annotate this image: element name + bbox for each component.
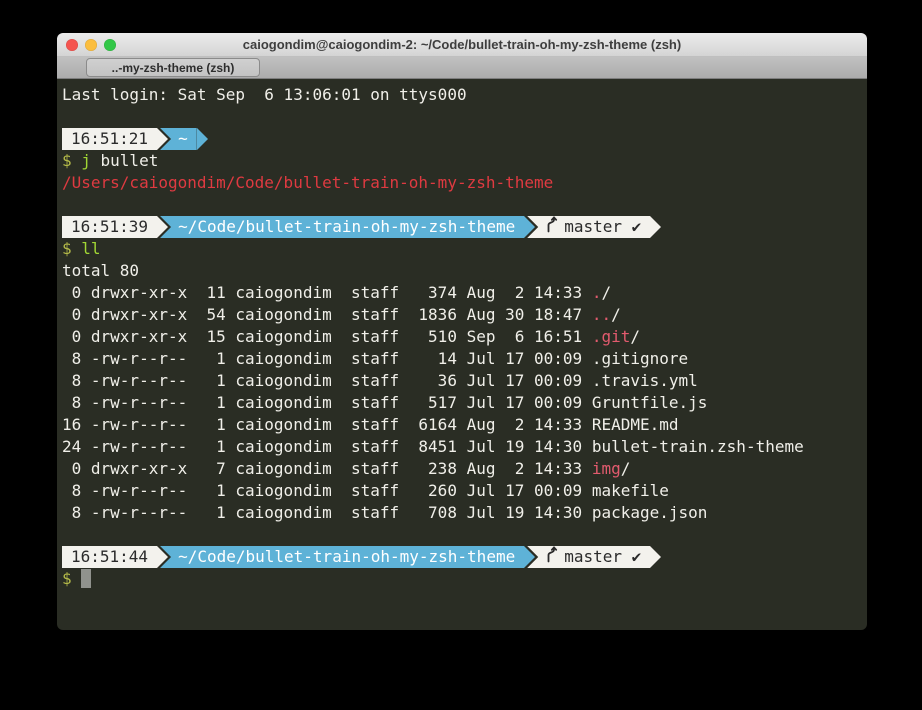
command-token: $ bbox=[62, 151, 81, 170]
file-meta: 0 drwxr-xr-x 54 caiogondim staff 1836 Au… bbox=[62, 305, 592, 324]
file-name-slash: / bbox=[611, 305, 621, 324]
file-listing-row: 8 -rw-r--r-- 1 caiogondim staff 14 Jul 1… bbox=[62, 348, 862, 370]
terminal-output-line: total 80 bbox=[62, 260, 862, 282]
file-name: .git bbox=[592, 327, 631, 346]
prompt-segment-label: ~/Code/bullet-train-oh-my-zsh-theme bbox=[178, 216, 515, 238]
command-token: ll bbox=[81, 239, 100, 258]
file-meta: 8 -rw-r--r-- 1 caiogondim staff 517 Jul … bbox=[62, 393, 592, 412]
powerline-arrow bbox=[197, 128, 208, 150]
file-listing-row: 0 drwxr-xr-x 54 caiogondim staff 1836 Au… bbox=[62, 304, 862, 326]
terminal-output-line: Last login: Sat Sep 6 13:06:01 on ttys00… bbox=[62, 84, 862, 106]
file-meta: 0 drwxr-xr-x 7 caiogondim staff 238 Aug … bbox=[62, 459, 592, 478]
file-meta: 0 drwxr-xr-x 15 caiogondim staff 510 Sep… bbox=[62, 327, 592, 346]
command-token: j bbox=[81, 151, 100, 170]
file-name: bullet-train.zsh-theme bbox=[592, 437, 804, 456]
command-line: $ ll bbox=[62, 238, 862, 260]
prompt-git-segment: master ✔ bbox=[527, 546, 650, 568]
terminal-tab[interactable]: ..-my-zsh-theme (zsh) bbox=[86, 58, 260, 77]
file-meta: 8 -rw-r--r-- 1 caiogondim staff 36 Jul 1… bbox=[62, 371, 592, 390]
file-name: README.md bbox=[592, 415, 679, 434]
file-name: .gitignore bbox=[592, 349, 688, 368]
file-listing-row: 0 drwxr-xr-x 11 caiogondim staff 374 Aug… bbox=[62, 282, 862, 304]
file-listing-row: 16 -rw-r--r-- 1 caiogondim staff 6164 Au… bbox=[62, 414, 862, 436]
command-token: bullet bbox=[101, 151, 159, 170]
file-listing-row: 24 -rw-r--r-- 1 caiogondim staff 8451 Ju… bbox=[62, 436, 862, 458]
prompt-segment-label: master ✔ bbox=[564, 546, 641, 568]
shell-prompt: 16:51:44 ~/Code/bullet-train-oh-my-zsh-th… bbox=[62, 546, 862, 568]
tab-bar: ..-my-zsh-theme (zsh) bbox=[57, 57, 867, 79]
file-meta: 24 -rw-r--r-- 1 caiogondim staff 8451 Ju… bbox=[62, 437, 592, 456]
traffic-lights bbox=[66, 33, 116, 56]
file-listing-row: 8 -rw-r--r-- 1 caiogondim staff 36 Jul 1… bbox=[62, 370, 862, 392]
blank-line bbox=[62, 194, 862, 216]
file-name: makefile bbox=[592, 481, 669, 500]
file-name: Gruntfile.js bbox=[592, 393, 708, 412]
prompt-dir-segment: ~/Code/bullet-train-oh-my-zsh-theme bbox=[160, 216, 524, 238]
command-line: $ j bullet bbox=[62, 150, 862, 172]
terminal-output-line: /Users/caiogondim/Code/bullet-train-oh-m… bbox=[62, 172, 862, 194]
prompt-git-segment: master ✔ bbox=[527, 216, 650, 238]
file-listing-row: 8 -rw-r--r-- 1 caiogondim staff 260 Jul … bbox=[62, 480, 862, 502]
terminal-content[interactable]: Last login: Sat Sep 6 13:06:01 on ttys00… bbox=[57, 79, 867, 630]
prompt-segment-label: 16:51:39 bbox=[71, 216, 148, 238]
prompt-segment-label: master ✔ bbox=[564, 216, 641, 238]
file-listing-row: 8 -rw-r--r-- 1 caiogondim staff 517 Jul … bbox=[62, 392, 862, 414]
prompt-segment-label: ~/Code/bullet-train-oh-my-zsh-theme bbox=[178, 546, 515, 568]
shell-prompt: 16:51:21 ~ bbox=[62, 128, 862, 150]
file-name: package.json bbox=[592, 503, 708, 522]
file-meta: 0 drwxr-xr-x 11 caiogondim staff 374 Aug… bbox=[62, 283, 592, 302]
title-bar[interactable]: caiogondim@caiogondim-2: ~/Code/bullet-t… bbox=[57, 33, 867, 57]
close-button[interactable] bbox=[66, 39, 78, 51]
file-meta: 8 -rw-r--r-- 1 caiogondim staff 708 Jul … bbox=[62, 503, 592, 522]
powerline-arrow bbox=[650, 546, 661, 568]
file-name-slash: / bbox=[630, 327, 640, 346]
file-meta: 16 -rw-r--r-- 1 caiogondim staff 6164 Au… bbox=[62, 415, 592, 434]
git-branch-icon bbox=[545, 545, 558, 569]
prompt-time-segment: 16:51:44 bbox=[62, 546, 157, 568]
prompt-time-segment: 16:51:39 bbox=[62, 216, 157, 238]
file-name: . bbox=[592, 283, 602, 302]
command-line: $ bbox=[62, 568, 862, 590]
file-name-slash: / bbox=[601, 283, 611, 302]
file-name: img bbox=[592, 459, 621, 478]
zoom-button[interactable] bbox=[104, 39, 116, 51]
command-token: $ bbox=[62, 569, 81, 588]
shell-prompt: 16:51:39 ~/Code/bullet-train-oh-my-zsh-th… bbox=[62, 216, 862, 238]
minimize-button[interactable] bbox=[85, 39, 97, 51]
file-name-slash: / bbox=[621, 459, 631, 478]
terminal-window: caiogondim@caiogondim-2: ~/Code/bullet-t… bbox=[57, 33, 867, 630]
file-meta: 8 -rw-r--r-- 1 caiogondim staff 260 Jul … bbox=[62, 481, 592, 500]
file-name: .. bbox=[592, 305, 611, 324]
prompt-segment-label: 16:51:44 bbox=[71, 546, 148, 568]
git-branch-icon bbox=[545, 215, 558, 239]
window-title: caiogondim@caiogondim-2: ~/Code/bullet-t… bbox=[243, 37, 681, 52]
powerline-arrow bbox=[650, 216, 661, 238]
tab-label: ..-my-zsh-theme (zsh) bbox=[112, 61, 235, 75]
file-listing-row: 8 -rw-r--r-- 1 caiogondim staff 708 Jul … bbox=[62, 502, 862, 524]
blank-line bbox=[62, 524, 862, 546]
file-name: .travis.yml bbox=[592, 371, 698, 390]
command-token: $ bbox=[62, 239, 81, 258]
prompt-segment-label: 16:51:21 bbox=[71, 128, 148, 150]
file-listing-row: 0 drwxr-xr-x 15 caiogondim staff 510 Sep… bbox=[62, 326, 862, 348]
prompt-segment-label: ~ bbox=[178, 128, 188, 150]
prompt-time-segment: 16:51:21 bbox=[62, 128, 157, 150]
file-meta: 8 -rw-r--r-- 1 caiogondim staff 14 Jul 1… bbox=[62, 349, 592, 368]
blank-line bbox=[62, 106, 862, 128]
terminal-cursor[interactable] bbox=[81, 569, 91, 588]
prompt-dir-segment: ~/Code/bullet-train-oh-my-zsh-theme bbox=[160, 546, 524, 568]
file-listing-row: 0 drwxr-xr-x 7 caiogondim staff 238 Aug … bbox=[62, 458, 862, 480]
